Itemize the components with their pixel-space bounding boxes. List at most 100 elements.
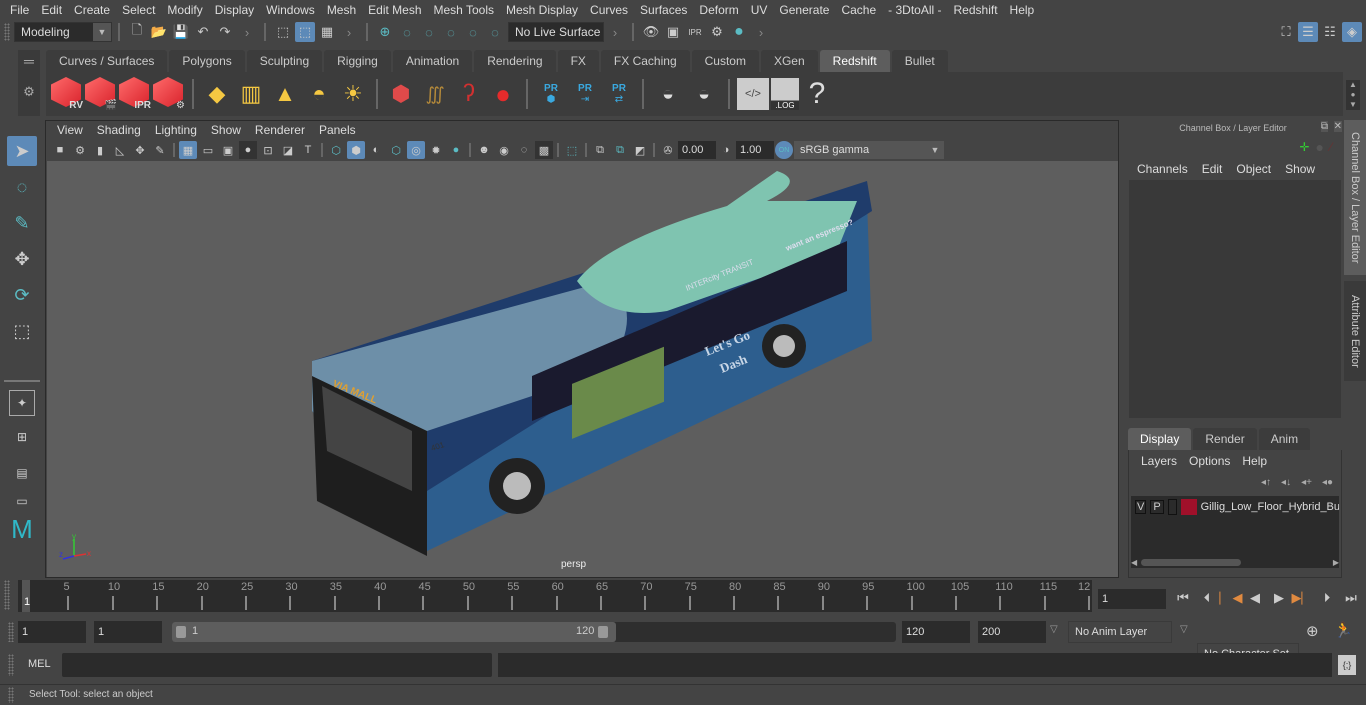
select-component-icon[interactable]: ▦ (317, 22, 337, 42)
hair-icon[interactable]: ∭ (419, 78, 451, 110)
help-question-button[interactable]: ? (801, 77, 833, 110)
menu-deform[interactable]: Deform (693, 3, 744, 17)
camera-icon[interactable]: ■ (51, 141, 69, 159)
pr-export-button[interactable]: PR ⇥ (569, 78, 601, 110)
animation-end-field[interactable]: 200 (978, 621, 1046, 643)
viewport-menu-renderer[interactable]: Renderer (248, 123, 312, 137)
menu-redshift[interactable]: Redshift (948, 3, 1004, 17)
safe-title-icon[interactable]: T (299, 141, 317, 159)
shelf-tab-fx[interactable]: FX (557, 50, 599, 72)
film-gate-icon[interactable]: ▭ (199, 141, 217, 159)
layer-row[interactable]: V P Gillig_Low_Floor_Hybrid_Bus (1131, 496, 1339, 518)
time-slider[interactable]: 1 5 10 15 20 25 30 35 40 45 50 55 60 65 70 75 80 85 90 95 1… (18, 580, 1092, 612)
close-panel-icon[interactable]: ✕ (1333, 121, 1342, 132)
ipr-render-icon[interactable]: IPR (685, 22, 705, 42)
grip-handle[interactable] (4, 23, 10, 41)
depth-of-field-icon[interactable]: ▩ (535, 141, 553, 159)
move-tool-icon[interactable]: ✥ (7, 244, 37, 274)
menu-cache[interactable]: Cache (835, 3, 882, 17)
curve-mesh-icon[interactable]: ʔ (453, 78, 485, 110)
shelf-tab-rigging[interactable]: Rigging (324, 50, 391, 72)
scroll-right-icon[interactable]: ▶ (1333, 558, 1339, 567)
step-back-frame-icon[interactable]: ⏴ (1197, 588, 1217, 608)
xray-active-icon[interactable]: ⧉ (611, 141, 629, 159)
channel-list[interactable] (1129, 180, 1341, 418)
shelf-tab-sculpting[interactable]: Sculpting (246, 50, 323, 72)
hypershade-icon[interactable]: ● (729, 22, 749, 42)
save-scene-icon[interactable]: 💾 (171, 22, 191, 42)
shelf-tab-bullet[interactable]: Bullet (891, 50, 948, 72)
scale-tool-icon[interactable]: ⬚ (7, 316, 37, 346)
grip-handle[interactable] (8, 687, 14, 703)
menu-surfaces[interactable]: Surfaces (634, 3, 693, 17)
select-tool-icon[interactable]: ➤ (7, 136, 37, 166)
outliner-layout-icon[interactable]: ▤ (7, 458, 37, 488)
new-layer-selected-icon[interactable]: ◂● (1322, 477, 1333, 488)
shelf-scroll[interactable]: ▲ ● ▼ (1346, 80, 1360, 110)
tab-channel-box-layer-editor[interactable]: Channel Box / Layer Editor (1344, 120, 1366, 275)
transform-axes-icon[interactable]: ✛ (1299, 140, 1309, 154)
four-pane-layout-icon[interactable]: ⊞ (7, 422, 37, 452)
camera-attrs-icon[interactable]: ⚙ (71, 141, 89, 159)
render-settings-icon[interactable]: ⚙ (707, 22, 727, 42)
layer-tab-display[interactable]: Display (1128, 428, 1192, 450)
lights-icon[interactable]: ✹ (427, 141, 445, 159)
ambient-occlusion-icon[interactable]: ☻ (475, 141, 493, 159)
grid-toggle-icon[interactable]: ▦ (179, 141, 197, 159)
layer-name[interactable]: Gillig_Low_Floor_Hybrid_Bus (1201, 501, 1339, 513)
redshift-batch-render-button[interactable]: 🎬 (85, 77, 117, 111)
menu-curves[interactable]: Curves (584, 3, 634, 17)
timeline-grip[interactable] (0, 580, 18, 612)
script-editor-icon[interactable]: {;} (1338, 655, 1356, 675)
anti-aliasing-icon[interactable]: ◌ (515, 141, 533, 159)
menu-file[interactable]: File (4, 3, 35, 17)
channel-box-menu-edit[interactable]: Edit (1195, 162, 1230, 176)
shelf-tab-rendering[interactable]: Rendering (474, 50, 556, 72)
anim-layer-dropdown[interactable]: No Anim Layer (1068, 621, 1172, 643)
playback-end-field[interactable]: 120 (902, 621, 970, 643)
hud-icon[interactable]: ◩ (631, 141, 649, 159)
layer-playback-toggle[interactable]: P (1150, 500, 1164, 514)
grip-handle[interactable] (8, 654, 14, 676)
color-management-toggle[interactable]: ON (775, 141, 793, 159)
scroll-down-icon[interactable]: ▼ (1346, 100, 1360, 110)
scroll-left-icon[interactable]: ◀ (1131, 558, 1137, 567)
key-icon[interactable]: ⁄ (1330, 140, 1332, 154)
shelf-tab-animation[interactable]: Animation (392, 50, 473, 72)
layer-type-toggle[interactable] (1167, 499, 1178, 515)
command-input[interactable] (62, 653, 492, 677)
scroll-thumb[interactable] (1141, 558, 1242, 566)
menu-mesh[interactable]: Mesh (321, 3, 362, 17)
scroll-thumb[interactable]: ● (1346, 90, 1360, 100)
redo-icon[interactable]: ↷ (215, 22, 235, 42)
log-file-button[interactable]: .LOG (771, 78, 799, 110)
range-start-handle[interactable] (176, 626, 186, 638)
new-empty-layer-icon[interactable]: ◂+ (1301, 477, 1312, 488)
manipulator-icon[interactable]: ● (1316, 139, 1324, 155)
menu-display[interactable]: Display (209, 3, 260, 17)
live-surface-field[interactable]: No Live Surface (508, 22, 604, 42)
shelf-settings-gear-icon[interactable]: ⚙ (18, 84, 40, 100)
collapse-arrow-icon[interactable]: › (237, 22, 257, 42)
wireframe-on-shaded-icon[interactable]: ◐ (367, 141, 385, 159)
wireframe-icon[interactable]: ⬡ (327, 141, 345, 159)
shelf-tab-custom[interactable]: Custom (691, 50, 759, 72)
tool-settings-icon[interactable]: ☷ (1320, 22, 1340, 42)
menu-uv[interactable]: UV (745, 3, 774, 17)
move-layer-down-icon[interactable]: ◂↓ (1281, 477, 1291, 488)
snap-curve-icon[interactable]: ◌ (397, 22, 417, 42)
paint-select-tool-icon[interactable]: ✎ (7, 208, 37, 238)
step-back-key-icon[interactable]: ⎸◀ (1220, 588, 1243, 608)
new-scene-icon[interactable]: 🗋 (127, 22, 147, 42)
render-frame-icon[interactable]: ▣ (663, 22, 683, 42)
menu-select[interactable]: Select (116, 3, 161, 17)
select-hierarchy-icon[interactable]: ⬚ (273, 22, 293, 42)
graph-layout-icon[interactable]: ▭ (7, 494, 37, 508)
collapse-arrow-icon[interactable]: › (605, 22, 625, 42)
channel-box-toggle-icon[interactable]: ☰ (1298, 22, 1318, 42)
play-backwards-icon[interactable]: ◀ (1245, 588, 1265, 608)
viewport-menu-panels[interactable]: Panels (312, 123, 363, 137)
gamma-field[interactable]: 1.00 (736, 141, 774, 159)
float-panel-icon[interactable]: ⧉ (1320, 121, 1328, 132)
viewport-menu-lighting[interactable]: Lighting (148, 123, 204, 137)
